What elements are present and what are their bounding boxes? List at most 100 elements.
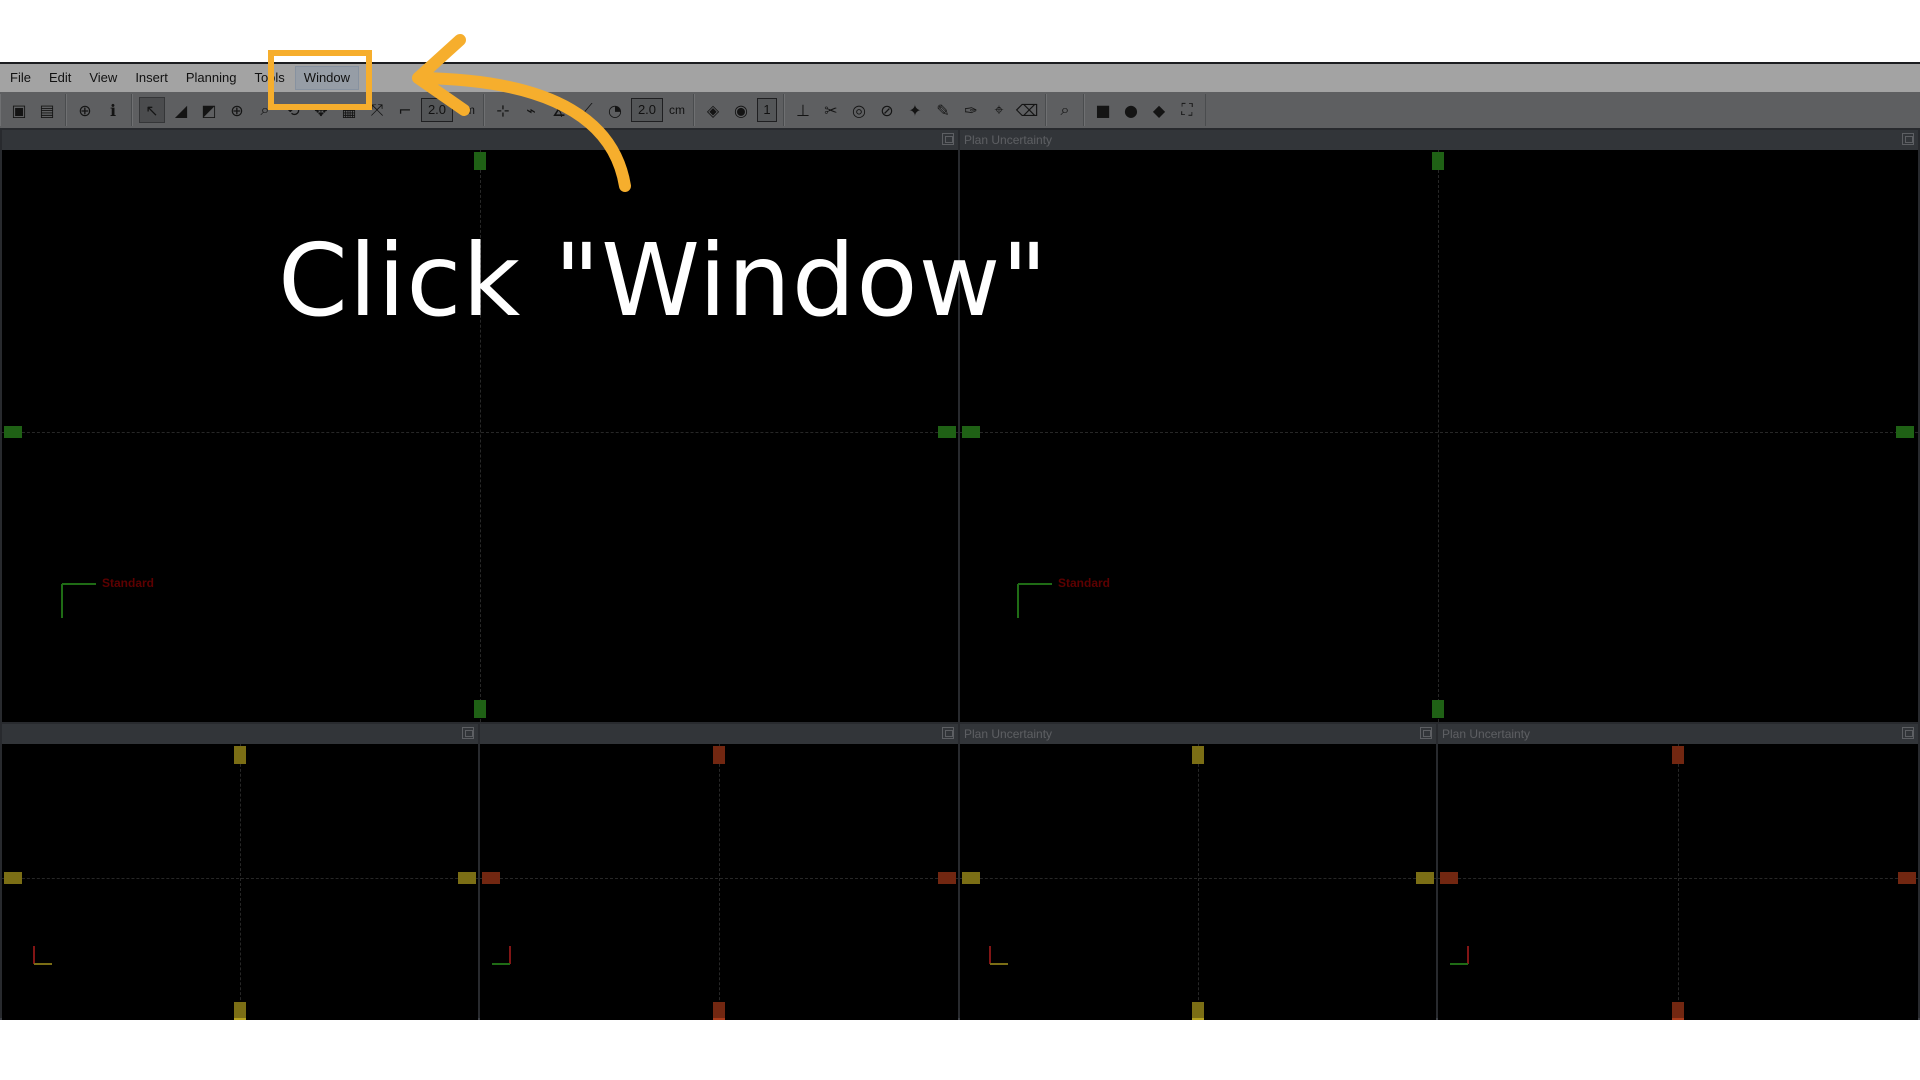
orientation-axis-icon (33, 946, 52, 965)
cube-front-icon[interactable]: ■ (1091, 98, 1115, 122)
viewport-top-right[interactable]: Plan Uncertainty Standard (960, 130, 1918, 722)
toolbar-group-search: ⌕ (1046, 94, 1084, 126)
menu-insert[interactable]: Insert (127, 67, 176, 89)
marker-left[interactable] (4, 872, 22, 884)
loop-icon[interactable]: ◎ (847, 98, 871, 122)
instruction-caption: Click "Window" (278, 222, 1049, 339)
arrow-icon (412, 34, 631, 192)
menu-view[interactable]: View (81, 67, 125, 89)
orientation-axis-icon (1017, 583, 1052, 618)
open-icon[interactable]: ▣ (7, 98, 31, 122)
marker-top[interactable] (234, 746, 246, 764)
viewport-canvas[interactable] (1438, 744, 1918, 1020)
viewport-title: Plan Uncertainty (964, 133, 1053, 147)
marker-right[interactable] (1898, 872, 1916, 884)
wand-icon[interactable]: ✦ (903, 98, 927, 122)
crosshair-vertical (1438, 150, 1439, 722)
marker-left[interactable] (482, 872, 500, 884)
crosshair-vertical (1678, 744, 1679, 1020)
cube-icon[interactable]: ◆ (1147, 98, 1171, 122)
orientation-axis-icon (492, 946, 511, 965)
menu-file[interactable]: File (2, 67, 39, 89)
toolbar-group-layers: ◈ ◉ 1 (694, 94, 784, 126)
window-level-icon[interactable]: ◩ (197, 98, 221, 122)
crosshair-icon[interactable]: ⊕ (73, 98, 97, 122)
viewport-bottom-4[interactable]: Plan Uncertainty (1438, 724, 1918, 1020)
zoom-in-icon[interactable]: ⊕ (225, 98, 249, 122)
layer-count-field[interactable]: 1 (757, 98, 777, 122)
info-icon[interactable]: ℹ (101, 98, 125, 122)
layers-alt-icon[interactable]: ◉ (729, 98, 753, 122)
marker-right[interactable] (938, 426, 956, 438)
marker-left[interactable] (962, 872, 980, 884)
application-window: File Edit View Insert Planning Tools Win… (0, 62, 1920, 1020)
viewport-bottom-1[interactable] (2, 724, 478, 1020)
viewport-bottom-3[interactable]: Plan Uncertainty (960, 724, 1436, 1020)
viewport-title: Plan Uncertainty (1442, 727, 1531, 741)
orientation-label: Standard (1058, 576, 1111, 590)
save-icon[interactable]: ▤ (35, 98, 59, 122)
edit-icon[interactable]: ✎ (931, 98, 955, 122)
viewport-header (480, 724, 958, 744)
viewport-header (2, 724, 478, 744)
viewport-canvas[interactable]: Standard (960, 150, 1918, 722)
orientation-axis-icon (1450, 946, 1469, 965)
viewport-canvas[interactable] (960, 744, 1436, 1020)
marker-top[interactable] (1672, 746, 1684, 764)
marker-top[interactable] (1432, 152, 1444, 170)
maximize-icon[interactable] (942, 133, 954, 145)
expand-icon[interactable]: ⛶ (1175, 98, 1199, 122)
measure-size-unit: cm (669, 103, 685, 117)
marker-bottom[interactable] (1192, 1002, 1204, 1020)
orientation-label: Standard (102, 576, 155, 590)
marker-right[interactable] (1896, 426, 1914, 438)
marker-right[interactable] (458, 872, 476, 884)
marker-bottom[interactable] (1672, 1002, 1684, 1020)
add-point-icon[interactable]: ⊥ (791, 98, 815, 122)
crosshair-vertical (1198, 744, 1199, 1020)
marker-top[interactable] (1192, 746, 1204, 764)
maximize-icon[interactable] (1902, 133, 1914, 145)
toolbar-group-file: ▣ ▤ (0, 94, 66, 126)
marker-left[interactable] (4, 426, 22, 438)
marker-top[interactable] (713, 746, 725, 764)
menu-edit[interactable]: Edit (41, 67, 79, 89)
marker-bottom[interactable] (1432, 700, 1444, 718)
viewport-header: Plan Uncertainty (960, 130, 1918, 150)
viewport-header: Plan Uncertainty (1438, 724, 1918, 744)
maximize-icon[interactable] (1902, 727, 1914, 739)
contrast-icon[interactable]: ◢ (169, 98, 193, 122)
maximize-icon[interactable] (942, 727, 954, 739)
marker-bottom[interactable] (234, 1002, 246, 1020)
maximize-icon[interactable] (462, 727, 474, 739)
marker-bottom[interactable] (474, 700, 486, 718)
viewport-title: Plan Uncertainty (964, 727, 1053, 741)
marker-left[interactable] (1440, 872, 1458, 884)
viewport-canvas[interactable] (480, 744, 958, 1020)
toolbar-group-3d: ■ ● ◆ ⛶ (1084, 94, 1206, 126)
cut-icon[interactable]: ✂ (819, 98, 843, 122)
crosshair-vertical (719, 744, 720, 1020)
marker-left[interactable] (962, 426, 980, 438)
circle-slash-icon[interactable]: ⊘ (875, 98, 899, 122)
stamp-icon[interactable]: ⌖ (987, 98, 1011, 122)
layers-icon[interactable]: ◈ (701, 98, 725, 122)
sphere-icon[interactable]: ● (1119, 98, 1143, 122)
crosshair-horizontal (960, 432, 1918, 433)
eraser-icon[interactable]: ⌫ (1015, 98, 1039, 122)
toolbar-group-edit: ⊥ ✂ ◎ ⊘ ✦ ✎ ✑ ⌖ ⌫ (784, 94, 1046, 126)
menu-planning[interactable]: Planning (178, 67, 245, 89)
marker-right[interactable] (1416, 872, 1434, 884)
maximize-icon[interactable] (1420, 727, 1432, 739)
marker-right[interactable] (938, 872, 956, 884)
brush-icon[interactable]: ✑ (959, 98, 983, 122)
highlight-box (268, 50, 372, 110)
viewport-bottom-2[interactable] (480, 724, 958, 1020)
viewport-top-left[interactable]: Standard (2, 130, 958, 722)
viewport-canvas[interactable] (2, 744, 478, 1020)
orientation-axis-icon (989, 946, 1008, 965)
toolbar-group-info: ⊕ ℹ (66, 94, 132, 126)
marker-bottom[interactable] (713, 1002, 725, 1020)
search-icon[interactable]: ⌕ (1053, 98, 1077, 122)
pointer-icon[interactable]: ↖ (139, 97, 165, 123)
